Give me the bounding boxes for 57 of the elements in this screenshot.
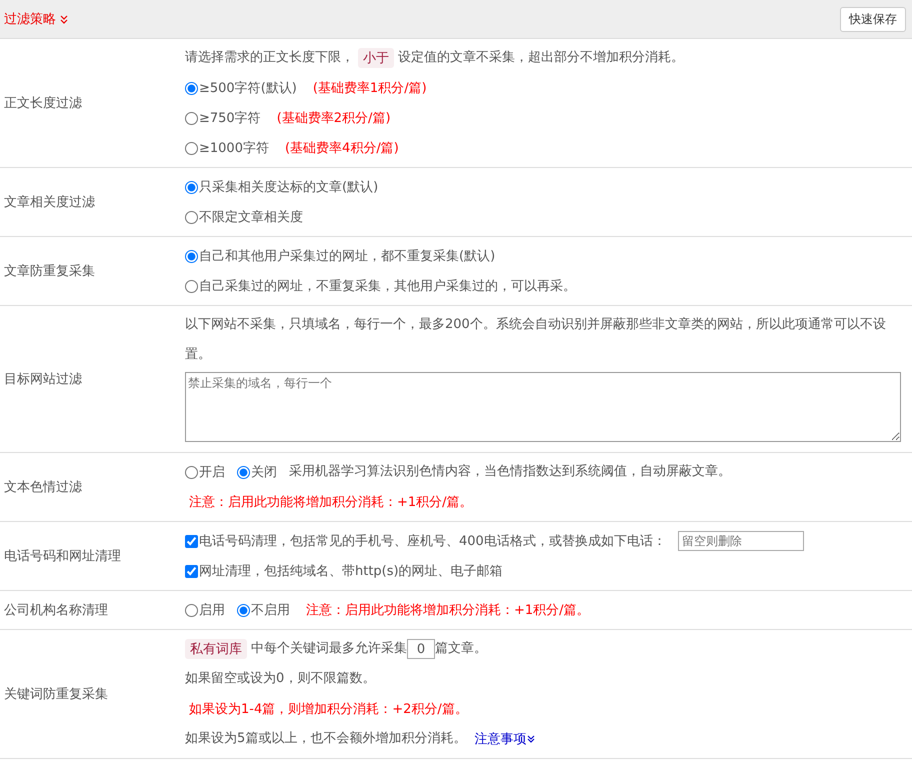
- radio-button[interactable]: [185, 112, 198, 124]
- option-label[interactable]: ≥750字符: [199, 109, 261, 127]
- radio-button[interactable]: [185, 210, 198, 224]
- radio-button[interactable]: [185, 280, 198, 292]
- warning-text: 注意：启用此功能将增加积分消耗：+1积分/篇。: [189, 494, 473, 511]
- description-text: 如果留空或设为0，则不限篇数。: [185, 670, 376, 688]
- radio-button[interactable]: [185, 466, 198, 478]
- radio-button[interactable]: [237, 604, 250, 616]
- radio-button[interactable]: [185, 180, 198, 194]
- warning-text: (基础费率4积分/篇): [284, 140, 399, 157]
- radio-button[interactable]: [237, 466, 250, 478]
- warning-text: (基础费率2积分/篇): [276, 110, 391, 127]
- row-label: 公司机构名称清理: [3, 602, 109, 620]
- count-input-field[interactable]: 0: [407, 639, 435, 659]
- row-label: 电话号码和网址清理: [3, 548, 122, 566]
- double-chevron-icon[interactable]: [527, 735, 536, 743]
- option-label[interactable]: ≥500字符(默认): [199, 79, 297, 97]
- description-text: 请选择需求的正文长度下限，: [185, 49, 354, 67]
- row-label: 正文长度过滤: [3, 95, 83, 113]
- checkbox[interactable]: [185, 534, 198, 548]
- option-label[interactable]: 只采集相关度达标的文章(默认): [199, 178, 378, 196]
- description-text: 设定值的文章不采集，超出部分不增加积分消耗。: [398, 49, 684, 67]
- option-label[interactable]: 开启: [199, 463, 225, 481]
- radio-button[interactable]: [185, 250, 198, 262]
- row-label: 文章防重复采集: [3, 263, 96, 281]
- option-label[interactable]: 启用: [199, 601, 225, 619]
- option-label[interactable]: 不限定文章相关度: [199, 208, 303, 226]
- keyword-tag: 小于: [358, 48, 394, 68]
- section-title[interactable]: 过滤策略: [4, 10, 56, 28]
- save-button[interactable]: 快速保存: [840, 6, 906, 32]
- description-text: 采用机器学习算法识别色情内容，当色情指数达到系统阈值，自动屏蔽文章。: [289, 463, 731, 481]
- option-label[interactable]: 不启用: [251, 601, 290, 619]
- description-text: 篇文章。: [435, 640, 487, 658]
- row-label: 文章相关度过滤: [3, 194, 96, 212]
- description-text: 中每个关键词最多允许采集: [251, 640, 407, 658]
- notes-link[interactable]: 注意事项: [474, 730, 526, 748]
- radio-button[interactable]: [185, 142, 198, 154]
- radio-button[interactable]: [185, 82, 198, 94]
- option-label[interactable]: 自己采集过的网址，不重复采集，其他用户采集过的，可以再采。: [199, 277, 576, 295]
- row-label: 关键词防重复采集: [3, 686, 109, 704]
- checkbox[interactable]: [185, 564, 198, 578]
- warning-text: (基础费率1积分/篇): [312, 80, 427, 97]
- keyword-tag: 私有词库: [185, 639, 247, 659]
- domain-textarea[interactable]: 禁止采集的域名，每行一个: [185, 372, 901, 442]
- warning-text: 如果设为1-4篇，则增加积分消耗：+2积分/篇。: [189, 701, 468, 718]
- option-label[interactable]: 自己和其他用户采集过的网址，都不重复采集(默认): [199, 247, 496, 265]
- phone-input-field[interactable]: 留空则删除: [678, 531, 804, 551]
- row-label: 目标网站过滤: [3, 371, 83, 389]
- description-text: 如果设为5篇或以上，也不会额外增加积分消耗。: [185, 730, 466, 748]
- option-label[interactable]: 电话号码清理，包括常见的手机号、座机号、400电话格式，或替换成如下电话：: [199, 532, 666, 550]
- option-label[interactable]: 网址清理，包括纯域名、带http(s)的网址、电子邮箱: [199, 562, 503, 580]
- description-text: 以下网站不采集，只填域名，每行一个，最多200个。系统会自动识别并屏蔽那些非文章类的网站，所以此项通常可以不设置。: [185, 316, 887, 364]
- row-label: 文本色情过滤: [3, 479, 83, 497]
- option-label[interactable]: 关闭: [251, 463, 277, 481]
- radio-button[interactable]: [185, 604, 198, 616]
- warning-text: 注意：启用此功能将增加积分消耗：+1积分/篇。: [306, 602, 590, 619]
- option-label[interactable]: ≥1000字符: [199, 139, 269, 157]
